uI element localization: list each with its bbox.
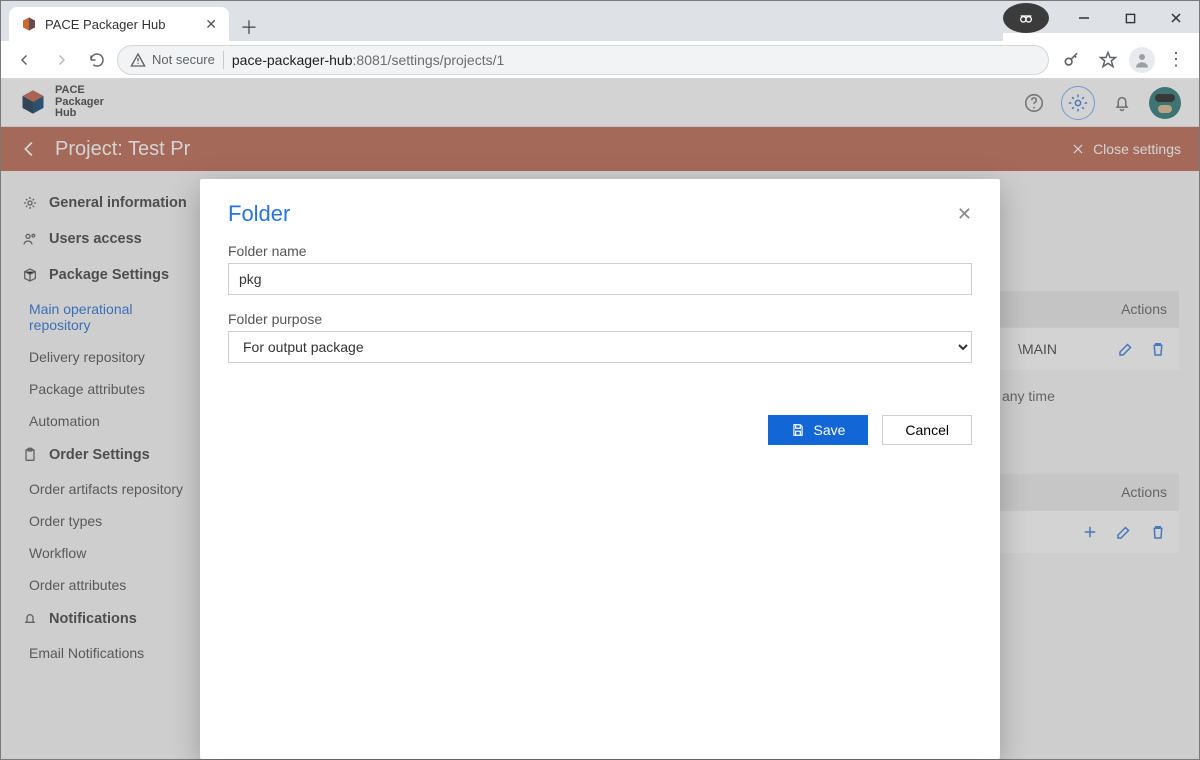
window-maximize[interactable] bbox=[1107, 3, 1153, 33]
new-tab-button[interactable]: ＋ bbox=[235, 13, 263, 41]
browser-menu-icon[interactable]: ⋮ bbox=[1161, 45, 1191, 75]
folder-purpose-select[interactable]: For output package bbox=[228, 331, 972, 363]
save-label: Save bbox=[813, 422, 845, 438]
save-button[interactable]: Save bbox=[768, 415, 868, 445]
nav-forward-icon bbox=[45, 44, 77, 76]
close-tab-icon[interactable]: ✕ bbox=[205, 16, 217, 33]
window-minimize[interactable] bbox=[1061, 3, 1107, 33]
nav-back-icon[interactable] bbox=[9, 44, 41, 76]
tab-favicon bbox=[21, 16, 37, 32]
folder-purpose-label: Folder purpose bbox=[228, 311, 972, 327]
cancel-label: Cancel bbox=[905, 422, 949, 438]
incognito-icon bbox=[1003, 3, 1049, 33]
warning-icon bbox=[130, 52, 146, 68]
folder-modal: Folder ✕ Folder name Folder purpose For … bbox=[200, 179, 1000, 759]
modal-close-icon[interactable]: ✕ bbox=[957, 204, 972, 225]
tab-title: PACE Packager Hub bbox=[45, 17, 165, 32]
save-icon bbox=[791, 423, 805, 437]
modal-title: Folder bbox=[228, 201, 290, 227]
not-secure-label: Not secure bbox=[152, 52, 215, 67]
omnibox-divider bbox=[223, 51, 224, 69]
url-text: pace-packager-hub:8081/settings/projects… bbox=[232, 52, 504, 68]
profile-avatar-icon[interactable] bbox=[1129, 47, 1155, 73]
cancel-button[interactable]: Cancel bbox=[882, 415, 972, 445]
star-icon[interactable] bbox=[1093, 45, 1123, 75]
folder-name-label: Folder name bbox=[228, 243, 972, 259]
address-bar[interactable]: Not secure pace-packager-hub:8081/settin… bbox=[117, 45, 1049, 75]
browser-tab[interactable]: PACE Packager Hub ✕ bbox=[9, 7, 229, 41]
folder-name-input[interactable] bbox=[228, 263, 972, 295]
window-close[interactable] bbox=[1153, 3, 1199, 33]
key-icon[interactable] bbox=[1057, 45, 1087, 75]
nav-reload-icon[interactable] bbox=[81, 44, 113, 76]
not-secure-indicator[interactable]: Not secure bbox=[130, 52, 215, 68]
